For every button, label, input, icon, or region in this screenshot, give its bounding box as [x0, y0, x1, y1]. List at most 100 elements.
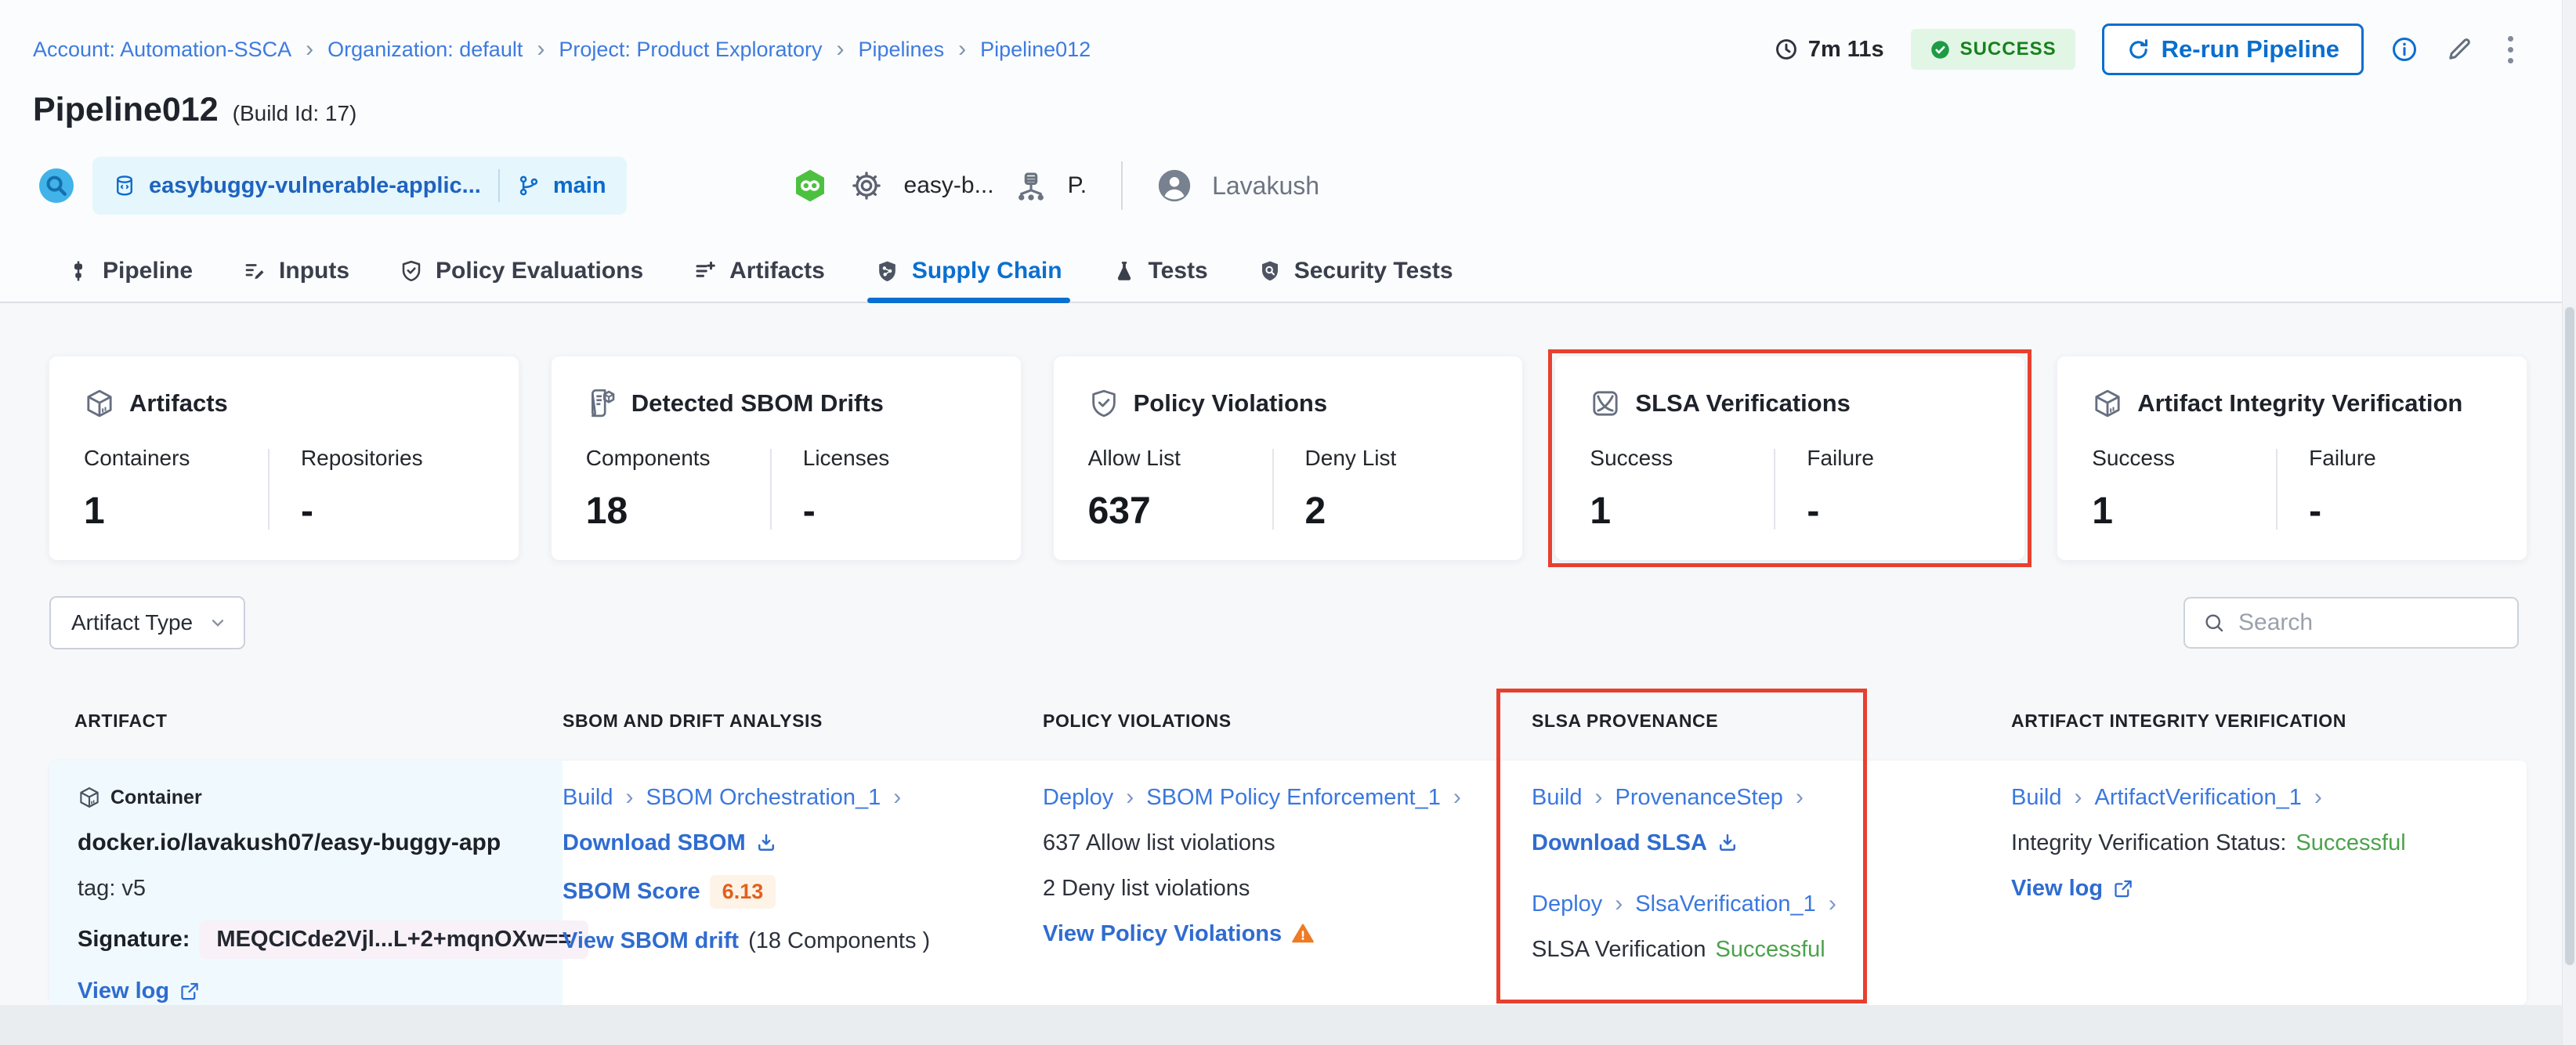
step-link[interactable]: ProvenanceStep	[1615, 785, 1783, 811]
tab-policy-evaluations[interactable]: Policy Evaluations	[400, 240, 643, 302]
integrity-step-breadcrumb: Build › ArtifactVerification_1 ›	[2011, 784, 2503, 811]
chevron-right-icon: ›	[2074, 784, 2082, 810]
kebab-menu-icon[interactable]	[2500, 33, 2521, 67]
tab-tests[interactable]: Tests	[1113, 240, 1208, 302]
tab-supply-chain[interactable]: Supply Chain	[867, 240, 1070, 303]
tab-security-tests[interactable]: Security Tests	[1258, 240, 1453, 302]
chevron-down-icon	[212, 620, 224, 627]
metric-value: -	[2309, 490, 2322, 532]
download-sbom-link[interactable]: Download SBOM	[563, 830, 746, 856]
chevron-right-icon: ›	[1795, 784, 1804, 810]
sbom-step-breadcrumb: Build › SBOM Orchestration_1 ›	[563, 784, 1043, 811]
page-title: Pipeline012	[33, 91, 219, 128]
view-policy-violations-link[interactable]: View Policy Violations	[1043, 921, 1282, 947]
security-tests-icon	[1261, 261, 1278, 281]
column-header-artifact-integrity: ARTIFACT INTEGRITY VERIFICATION	[2011, 711, 2346, 731]
stage-link[interactable]: Build	[563, 785, 613, 811]
metric-label: Repositories	[300, 446, 423, 470]
artifact-cell: Container docker.io/lavakush07/easy-bugg…	[49, 761, 589, 1023]
environment-name[interactable]: P.	[1068, 172, 1087, 199]
card-sbom-drifts: Detected SBOM Drifts Components 18 Licens…	[551, 356, 1021, 560]
breadcrumb: Account: Automation-SSCA › Organization:…	[33, 38, 1091, 62]
stage-link[interactable]: Deploy	[1532, 891, 1602, 917]
card-title: Artifact Integrity Verification	[2137, 389, 2463, 417]
inputs-icon	[245, 264, 264, 280]
view-log-link[interactable]: View log	[78, 978, 169, 1004]
chevron-right-icon: ›	[1594, 784, 1603, 810]
metric-label: Success	[1590, 446, 1673, 470]
check-circle-icon	[1930, 40, 1949, 59]
signature-label: Signature:	[78, 927, 190, 952]
download-slsa-link[interactable]: Download SLSA	[1532, 830, 1707, 856]
metric-value: 1	[84, 490, 105, 532]
external-link-icon[interactable]	[2112, 878, 2133, 899]
sbom-score-link[interactable]: SBOM Score	[563, 879, 700, 905]
breadcrumb-pipelines[interactable]: Pipelines	[859, 38, 945, 62]
cube-icon	[2095, 389, 2120, 418]
metric-label: Allow List	[1087, 446, 1181, 470]
signature-value[interactable]: MEQCICde2Vjl...L+2+mqnOXw==	[199, 920, 589, 959]
ci-status-icon	[795, 169, 824, 202]
gear-icon	[852, 172, 881, 200]
policy-violations-cell: Deploy › SBOM Policy Enforcement_1 › 637…	[1043, 761, 1496, 1023]
stage-link[interactable]: Build	[1532, 785, 1583, 811]
vertical-scrollbar[interactable]	[2562, 0, 2576, 1045]
refresh-icon	[2129, 38, 2147, 59]
breadcrumb-organization[interactable]: Organization: default	[327, 38, 523, 62]
summary-cards: Artifacts Containers 1 Repositories - Dete…	[49, 303, 2527, 567]
tab-label: Policy Evaluations	[436, 258, 644, 284]
metric-value: 18	[585, 490, 628, 532]
filter-row: Artifact Type	[49, 596, 2541, 649]
metric-label: Failure	[2309, 446, 2376, 470]
breadcrumb-account[interactable]: Account: Automation-SSCA	[33, 38, 291, 62]
download-icon[interactable]	[755, 832, 777, 854]
supply-chain-content: Artifacts Containers 1 Repositories - Dete…	[0, 303, 2576, 1045]
metric-label: Licenses	[802, 446, 890, 470]
chevron-right-icon: ›	[1828, 891, 1836, 917]
sbom-drift-components: (18 Components )	[748, 927, 931, 953]
artifact-tag: tag: v5	[78, 875, 147, 901]
scrollbar-thumb[interactable]	[2565, 307, 2574, 965]
card-title: Policy Violations	[1133, 389, 1328, 417]
metric-value: 637	[1087, 490, 1151, 532]
table-row: Container docker.io/lavakush07/easy-bugg…	[49, 761, 2527, 1023]
top-bar: Account: Automation-SSCA › Organization:…	[0, 0, 2576, 75]
metric-value: -	[300, 490, 313, 532]
step-link[interactable]: SlsaVerification_1	[1635, 891, 1816, 917]
integrity-status-value: Successful	[2296, 830, 2406, 855]
breadcrumb-current-pipeline[interactable]: Pipeline012	[980, 38, 1091, 62]
step-link[interactable]: ArtifactVerification_1	[2095, 785, 2302, 811]
artifact-type-dropdown[interactable]: Artifact Type	[49, 596, 245, 649]
clock-icon	[1775, 39, 1796, 60]
step-link[interactable]: SBOM Orchestration_1	[646, 785, 881, 811]
service-name[interactable]: easy-b...	[904, 172, 994, 199]
column-header-sbom: SBOM AND DRIFT ANALYSIS	[563, 711, 823, 731]
step-link[interactable]: SBOM Policy Enforcement_1	[1146, 785, 1441, 811]
status-text: SUCCESS	[1959, 38, 2057, 60]
view-sbom-drift-link[interactable]: View SBOM drift	[563, 928, 739, 954]
tab-artifacts[interactable]: Artifacts	[693, 240, 825, 302]
download-icon[interactable]	[1717, 832, 1738, 854]
pill-divider	[497, 169, 500, 202]
avatar	[1158, 169, 1191, 202]
stage-link[interactable]: Deploy	[1043, 785, 1113, 811]
edit-pipeline-button[interactable]	[2445, 35, 2473, 63]
repo-pill[interactable]: easybuggy-vulnerable-applic... main	[92, 157, 627, 215]
info-button[interactable]	[2390, 35, 2419, 63]
tab-inputs[interactable]: Inputs	[243, 240, 349, 302]
shield-check-icon	[1091, 389, 1116, 418]
view-log-link[interactable]: View log	[2011, 876, 2103, 902]
column-header-policy-violations: POLICY VIOLATIONS	[1043, 711, 1232, 731]
allow-list-violations: 637 Allow list violations	[1043, 830, 1275, 855]
external-link-icon[interactable]	[179, 981, 200, 1002]
card-title: SLSA Verifications	[1635, 389, 1851, 417]
container-icon	[80, 787, 99, 808]
slsa-provenance-breadcrumb: Build › ProvenanceStep ›	[1532, 784, 2011, 811]
stage-link[interactable]: Build	[2011, 785, 2062, 811]
cube-icon	[87, 389, 112, 418]
search-input[interactable]	[2238, 609, 2541, 636]
breadcrumb-project[interactable]: Project: Product Exploratory	[559, 38, 822, 62]
rerun-pipeline-button[interactable]: Re-run Pipeline	[2101, 24, 2364, 75]
column-header-slsa-provenance: SLSA PROVENANCE	[1532, 711, 1719, 731]
tab-pipeline[interactable]: Pipeline	[67, 240, 193, 302]
